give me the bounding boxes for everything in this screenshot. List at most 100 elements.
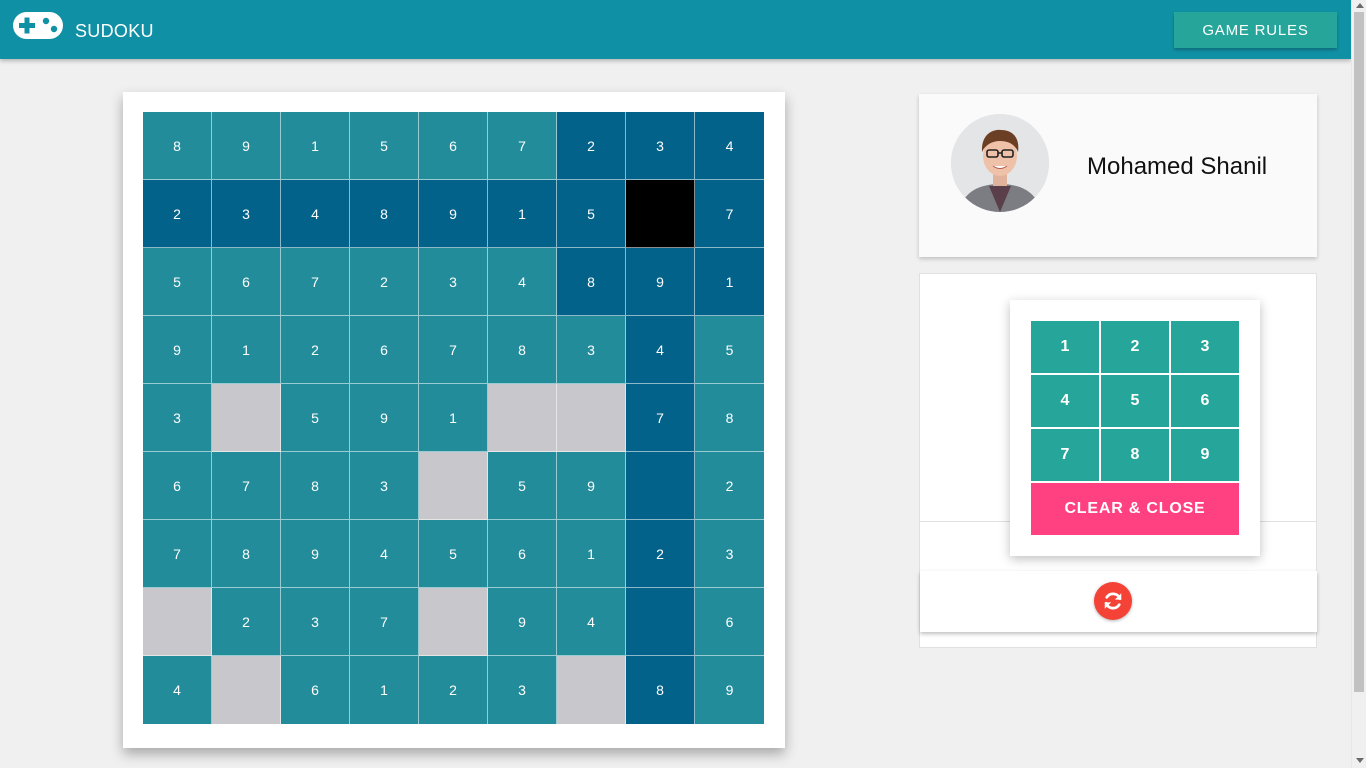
sudoku-cell[interactable]: 9 (695, 656, 764, 724)
sudoku-cell[interactable]: 3 (350, 452, 419, 520)
sudoku-cell[interactable]: 9 (488, 588, 557, 656)
sudoku-cell[interactable]: 4 (488, 248, 557, 316)
sudoku-cell[interactable]: 2 (281, 316, 350, 384)
clear-close-button[interactable]: CLEAR & CLOSE (1031, 483, 1239, 535)
sudoku-cell[interactable] (557, 384, 626, 452)
sudoku-cell[interactable]: 4 (350, 520, 419, 588)
game-rules-button[interactable]: GAME RULES (1174, 12, 1337, 48)
sudoku-cell[interactable]: 1 (350, 656, 419, 724)
sudoku-cell[interactable]: 6 (488, 520, 557, 588)
number-key-3[interactable]: 3 (1171, 321, 1239, 373)
sudoku-cell[interactable]: 2 (350, 248, 419, 316)
number-key-1[interactable]: 1 (1031, 321, 1099, 373)
sudoku-cell[interactable]: 2 (557, 112, 626, 180)
sudoku-cell[interactable]: 6 (281, 656, 350, 724)
scroll-down-arrow-icon[interactable] (1356, 758, 1364, 763)
sudoku-cell[interactable] (488, 384, 557, 452)
sudoku-cell[interactable]: 7 (281, 248, 350, 316)
sudoku-cell[interactable]: 3 (695, 520, 764, 588)
sudoku-cell[interactable]: 8 (350, 180, 419, 248)
sudoku-cell[interactable]: 8 (488, 316, 557, 384)
sudoku-cell[interactable]: 8 (212, 520, 281, 588)
app-title: SUDOKU (75, 21, 154, 41)
sudoku-cell[interactable]: 7 (419, 316, 488, 384)
sudoku-cell[interactable]: 6 (350, 316, 419, 384)
sudoku-cell[interactable]: 3 (488, 656, 557, 724)
scrollbar-thumb[interactable] (1354, 12, 1364, 692)
sudoku-cell[interactable]: 5 (419, 520, 488, 588)
sudoku-cell[interactable]: 8 (626, 656, 695, 724)
sudoku-cell[interactable]: 5 (143, 248, 212, 316)
number-key-7[interactable]: 7 (1031, 429, 1099, 481)
sudoku-cell[interactable]: 3 (281, 588, 350, 656)
sudoku-cell[interactable]: 8 (557, 248, 626, 316)
sudoku-cell[interactable]: 1 (488, 180, 557, 248)
sudoku-cell[interactable] (626, 452, 695, 520)
sudoku-cell[interactable]: 7 (350, 588, 419, 656)
scroll-up-arrow-icon[interactable] (1356, 3, 1364, 8)
sudoku-cell[interactable]: 4 (695, 112, 764, 180)
sudoku-cell[interactable] (419, 452, 488, 520)
sudoku-cell[interactable]: 8 (143, 112, 212, 180)
gamepad-icon[interactable] (13, 12, 63, 39)
sudoku-cell[interactable]: 7 (143, 520, 212, 588)
sudoku-cell[interactable] (212, 656, 281, 724)
sudoku-cell[interactable]: 6 (212, 248, 281, 316)
sudoku-cell[interactable]: 7 (695, 180, 764, 248)
sudoku-cell[interactable]: 5 (488, 452, 557, 520)
sudoku-cell[interactable]: 9 (419, 180, 488, 248)
sudoku-cell[interactable] (212, 384, 281, 452)
sudoku-cell[interactable] (557, 656, 626, 724)
sudoku-cell[interactable]: 3 (212, 180, 281, 248)
sudoku-cell[interactable]: 1 (695, 248, 764, 316)
number-key-9[interactable]: 9 (1171, 429, 1239, 481)
sudoku-cell[interactable]: 9 (143, 316, 212, 384)
sudoku-cell[interactable]: 1 (281, 112, 350, 180)
sudoku-cell[interactable]: 8 (281, 452, 350, 520)
sudoku-cell[interactable]: 1 (557, 520, 626, 588)
sudoku-cell[interactable] (143, 588, 212, 656)
sudoku-cell[interactable]: 3 (143, 384, 212, 452)
sudoku-cell[interactable]: 4 (281, 180, 350, 248)
number-key-8[interactable]: 8 (1101, 429, 1169, 481)
sudoku-cell[interactable]: 4 (626, 316, 695, 384)
sudoku-cell[interactable]: 7 (626, 384, 695, 452)
number-key-4[interactable]: 4 (1031, 375, 1099, 427)
sudoku-cell[interactable] (419, 588, 488, 656)
sudoku-cell[interactable]: 9 (626, 248, 695, 316)
sudoku-cell[interactable]: 7 (488, 112, 557, 180)
sudoku-cell[interactable]: 1 (419, 384, 488, 452)
player-name: Mohamed Shanil (1087, 153, 1268, 180)
sudoku-cell[interactable]: 9 (212, 112, 281, 180)
sudoku-cell[interactable]: 3 (557, 316, 626, 384)
sudoku-cell[interactable]: 4 (557, 588, 626, 656)
sudoku-cell[interactable]: 6 (695, 588, 764, 656)
sudoku-cell[interactable]: 5 (557, 180, 626, 248)
sudoku-cell[interactable]: 2 (212, 588, 281, 656)
page-scrollbar[interactable] (1351, 0, 1366, 768)
sudoku-cell[interactable]: 7 (212, 452, 281, 520)
sudoku-cell[interactable]: 8 (695, 384, 764, 452)
sudoku-cell[interactable]: 3 (626, 112, 695, 180)
sudoku-cell[interactable]: 9 (281, 520, 350, 588)
number-key-2[interactable]: 2 (1101, 321, 1169, 373)
sudoku-cell[interactable]: 4 (143, 656, 212, 724)
sudoku-cell[interactable]: 1 (212, 316, 281, 384)
sudoku-cell[interactable]: 9 (350, 384, 419, 452)
sudoku-cell[interactable]: 5 (695, 316, 764, 384)
number-key-5[interactable]: 5 (1101, 375, 1169, 427)
sudoku-cell[interactable]: 2 (626, 520, 695, 588)
sudoku-cell[interactable]: 2 (143, 180, 212, 248)
reset-button[interactable] (1094, 582, 1132, 620)
sudoku-cell[interactable]: 2 (695, 452, 764, 520)
sudoku-cell[interactable]: 5 (350, 112, 419, 180)
sudoku-cell[interactable]: 6 (143, 452, 212, 520)
sudoku-cell[interactable] (626, 588, 695, 656)
sudoku-cell[interactable]: 2 (419, 656, 488, 724)
number-key-6[interactable]: 6 (1171, 375, 1239, 427)
sudoku-cell[interactable] (626, 180, 695, 248)
sudoku-cell[interactable]: 5 (281, 384, 350, 452)
sudoku-cell[interactable]: 6 (419, 112, 488, 180)
sudoku-cell[interactable]: 3 (419, 248, 488, 316)
sudoku-cell[interactable]: 9 (557, 452, 626, 520)
